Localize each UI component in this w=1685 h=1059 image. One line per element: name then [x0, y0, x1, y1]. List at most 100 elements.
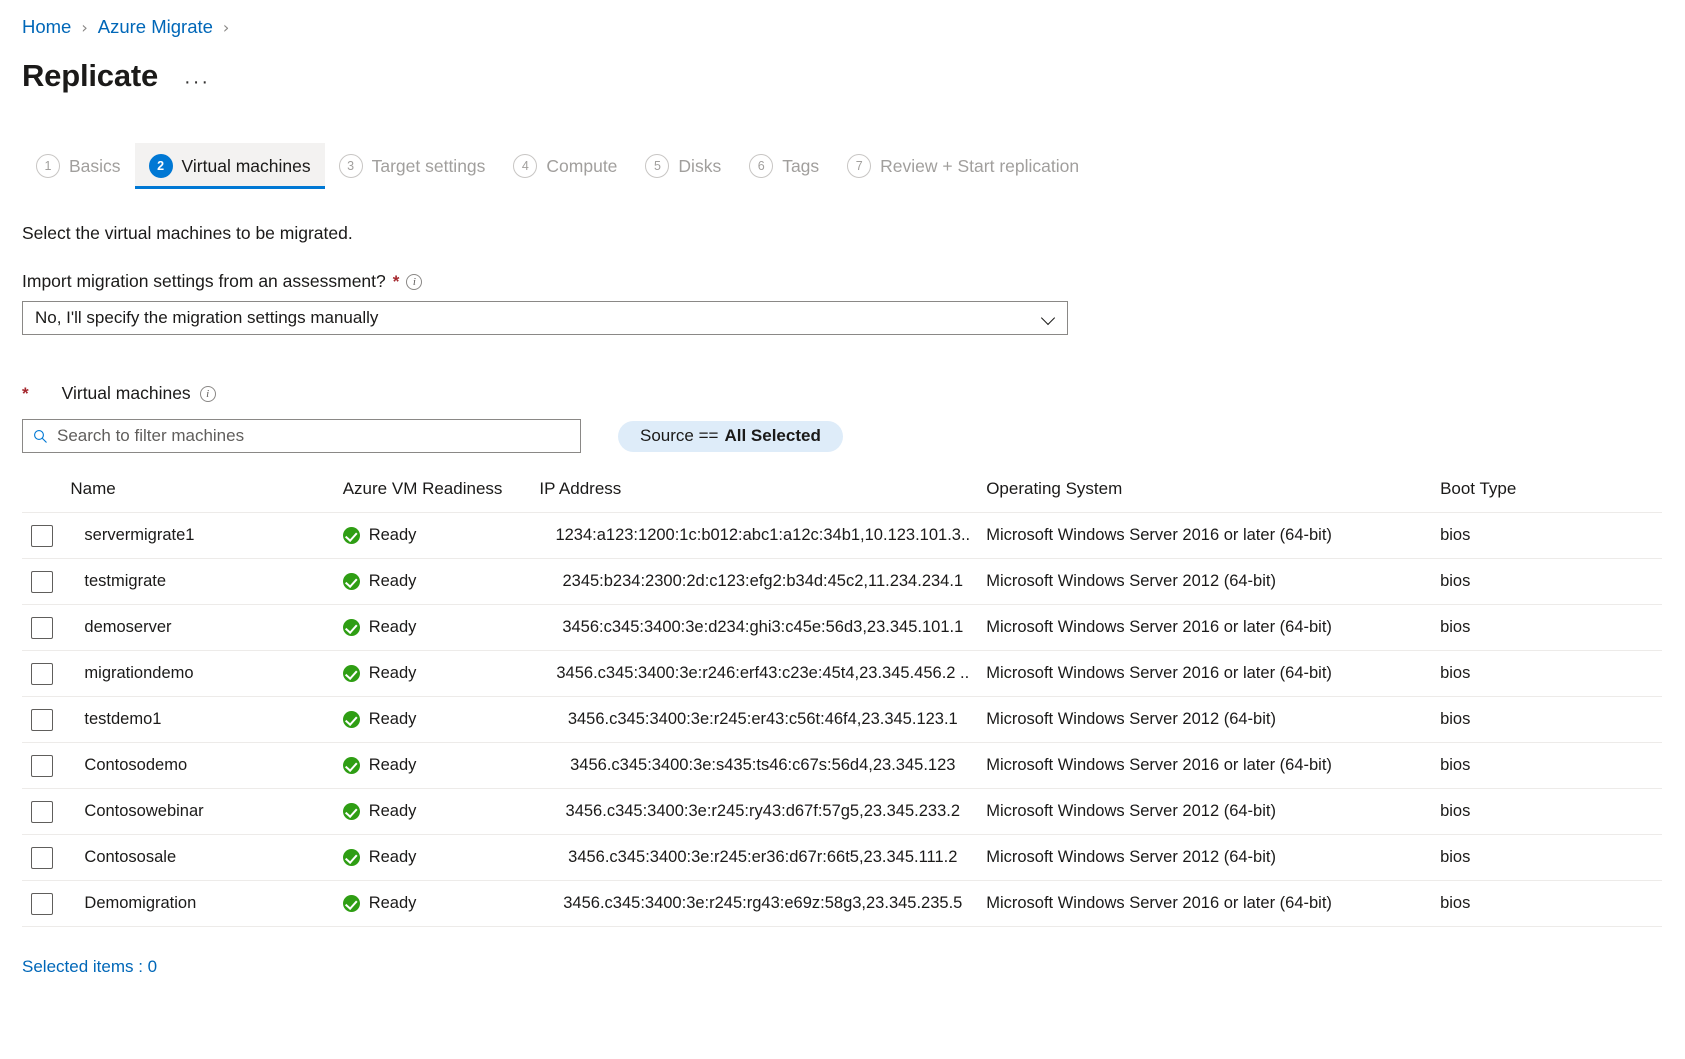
table-row[interactable]: demoserver Ready 3456:c345:3400:3e:d234:gh… [22, 604, 1662, 651]
row-readiness-cell: Ready [342, 558, 540, 605]
row-boot-cell: bios [1440, 558, 1662, 605]
readiness-status: Ready [368, 848, 417, 866]
wizard-tabs: 1 Basics 2 Virtual machines 3 Target set… [22, 143, 1685, 189]
tab-tags[interactable]: 6 Tags [735, 143, 833, 189]
success-check-icon [342, 619, 360, 636]
row-checkbox[interactable] [31, 616, 53, 639]
row-os-cell: Microsoft Windows Server 2016 or later (… [986, 604, 1441, 651]
vm-name: testdemo1 [84, 710, 162, 728]
row-os-cell: Microsoft Windows Server 2016 or later (… [986, 742, 1441, 789]
row-name-cell: demoserver [70, 604, 343, 651]
readiness-status: Ready [368, 756, 417, 774]
filter-pill-source[interactable]: Source == All Selected [618, 420, 843, 452]
row-readiness-cell: Ready [342, 696, 540, 743]
required-asterisk: * [22, 384, 29, 403]
row-boot-cell: bios [1440, 696, 1662, 743]
row-boot-cell: bios [1440, 880, 1662, 927]
column-header-checkbox [22, 479, 70, 513]
info-icon[interactable]: i [199, 385, 216, 402]
tab-label: Virtual machines [181, 155, 311, 176]
row-readiness-cell: Ready [342, 604, 540, 651]
tab-compute[interactable]: 4 Compute [499, 143, 631, 189]
row-checkbox-cell [22, 696, 71, 743]
row-checkbox[interactable] [31, 708, 53, 731]
row-readiness-cell: Ready [342, 742, 540, 789]
row-name-cell: Contosodemo [70, 742, 343, 789]
table-row[interactable]: servermigrate1 Ready 1234:a123:1200:1c:b01… [22, 512, 1662, 559]
row-checkbox[interactable] [31, 662, 53, 685]
table-row[interactable]: testdemo1 Ready 3456.c345:3400:3e:r245:er4… [22, 696, 1662, 743]
tab-label: Review + Start replication [880, 155, 1080, 176]
tab-label: Basics [69, 155, 121, 176]
row-name-cell: testdemo1 [70, 696, 343, 743]
breadcrumb-item-azure-migrate[interactable]: Azure Migrate [98, 16, 213, 38]
vm-section-label-row: * Virtual machines i [22, 383, 1685, 404]
row-readiness-cell: Ready [342, 880, 540, 927]
tab-number: 4 [513, 154, 538, 178]
row-ip-cell: 3456.c345:3400:3e:r245:ry43:d67f:57g5,23… [539, 788, 987, 835]
row-checkbox[interactable] [31, 892, 53, 915]
title-row: Replicate ··· [22, 48, 1685, 94]
breadcrumb: Home › Azure Migrate › [22, 0, 1685, 44]
row-checkbox[interactable] [31, 570, 53, 593]
row-checkbox[interactable] [31, 800, 53, 823]
info-icon[interactable]: i [406, 273, 423, 290]
more-options-icon[interactable]: ··· [184, 72, 210, 92]
filter-row: Search to filter machines Source == All … [22, 419, 1685, 453]
table-body: servermigrate1 Ready 1234:a123:1200:1c:b01… [22, 512, 1662, 927]
table-row[interactable]: Contososale Ready 3456.c345:3400:3e:r245:e… [22, 834, 1662, 881]
column-header-boot[interactable]: Boot Type [1440, 479, 1662, 513]
readiness-status: Ready [368, 526, 417, 544]
tab-review-start-replication[interactable]: 7 Review + Start replication [833, 143, 1093, 189]
row-ip-cell: 3456.c345:3400:3e:r245:er36:d67r:66t5,23… [539, 834, 987, 881]
tab-number: 2 [148, 154, 173, 178]
row-checkbox[interactable] [31, 846, 53, 869]
tab-number: 3 [338, 154, 363, 178]
row-name-cell: Demomigration [70, 880, 343, 927]
row-boot-cell: bios [1440, 742, 1662, 789]
table-row[interactable]: Contosodemo Ready 3456.c345:3400:3e:s435:t… [22, 742, 1662, 789]
search-icon [34, 429, 47, 443]
row-os-cell: Microsoft Windows Server 2012 (64-bit) [986, 558, 1441, 605]
column-header-readiness[interactable]: Azure VM Readiness [343, 479, 540, 513]
column-header-name[interactable]: Name [70, 479, 342, 513]
row-checkbox[interactable] [31, 754, 53, 777]
success-check-icon [342, 711, 360, 728]
row-readiness-cell: Ready [342, 512, 540, 559]
vm-name: Contososale [84, 848, 177, 866]
column-header-ip[interactable]: IP Address [539, 479, 986, 513]
breadcrumb-item-home[interactable]: Home [22, 16, 71, 38]
readiness-status: Ready [368, 802, 417, 820]
row-ip-cell: 2345:b234:2300:2d:c123:efg2:b34d:45c2,11… [539, 558, 987, 605]
tab-basics[interactable]: 1 Basics [22, 143, 135, 189]
vm-name: servermigrate1 [84, 526, 195, 544]
row-checkbox[interactable] [31, 524, 53, 547]
row-boot-cell: bios [1440, 788, 1662, 835]
intro-text: Select the virtual machines to be migrat… [22, 223, 353, 243]
row-checkbox-cell [22, 834, 71, 881]
row-checkbox-cell [22, 558, 71, 605]
vm-name: Contosodemo [84, 756, 188, 774]
search-input[interactable]: Search to filter machines [22, 419, 581, 453]
readiness-status: Ready [368, 618, 417, 636]
tab-disks[interactable]: 5 Disks [631, 143, 735, 189]
table-row[interactable]: Demomigration Ready 3456.c345:3400:3e:r245… [22, 880, 1662, 927]
vm-section-label: Virtual machines [61, 383, 191, 403]
readiness-status: Ready [368, 572, 417, 590]
table-row[interactable]: Contosowebinar Ready 3456.c345:3400:3e:r24… [22, 788, 1662, 835]
column-header-os[interactable]: Operating System [986, 479, 1440, 513]
row-boot-cell: bios [1440, 834, 1662, 881]
tab-virtual-machines[interactable]: 2 Virtual machines [134, 143, 325, 189]
tab-target-settings[interactable]: 3 Target settings [325, 143, 500, 189]
row-boot-cell: bios [1440, 650, 1662, 697]
table-row[interactable]: migrationdemo Ready 3456.c345:3400:3e:r246… [22, 650, 1662, 697]
row-os-cell: Microsoft Windows Server 2012 (64-bit) [986, 834, 1441, 881]
row-checkbox-cell [22, 512, 71, 559]
table-row[interactable]: testmigrate Ready 2345:b234:2300:2d:c123:e… [22, 558, 1662, 605]
row-ip-cell: 3456.c345:3400:3e:r245:er43:c56t:46f4,23… [539, 696, 987, 743]
filter-pill-prefix: Source == [640, 426, 719, 445]
import-settings-dropdown[interactable]: No, I'll specify the migration settings … [22, 301, 1068, 335]
row-readiness-cell: Ready [342, 834, 540, 881]
row-boot-cell: bios [1440, 512, 1662, 559]
selected-items-link[interactable]: Selected items : 0 [22, 957, 157, 977]
